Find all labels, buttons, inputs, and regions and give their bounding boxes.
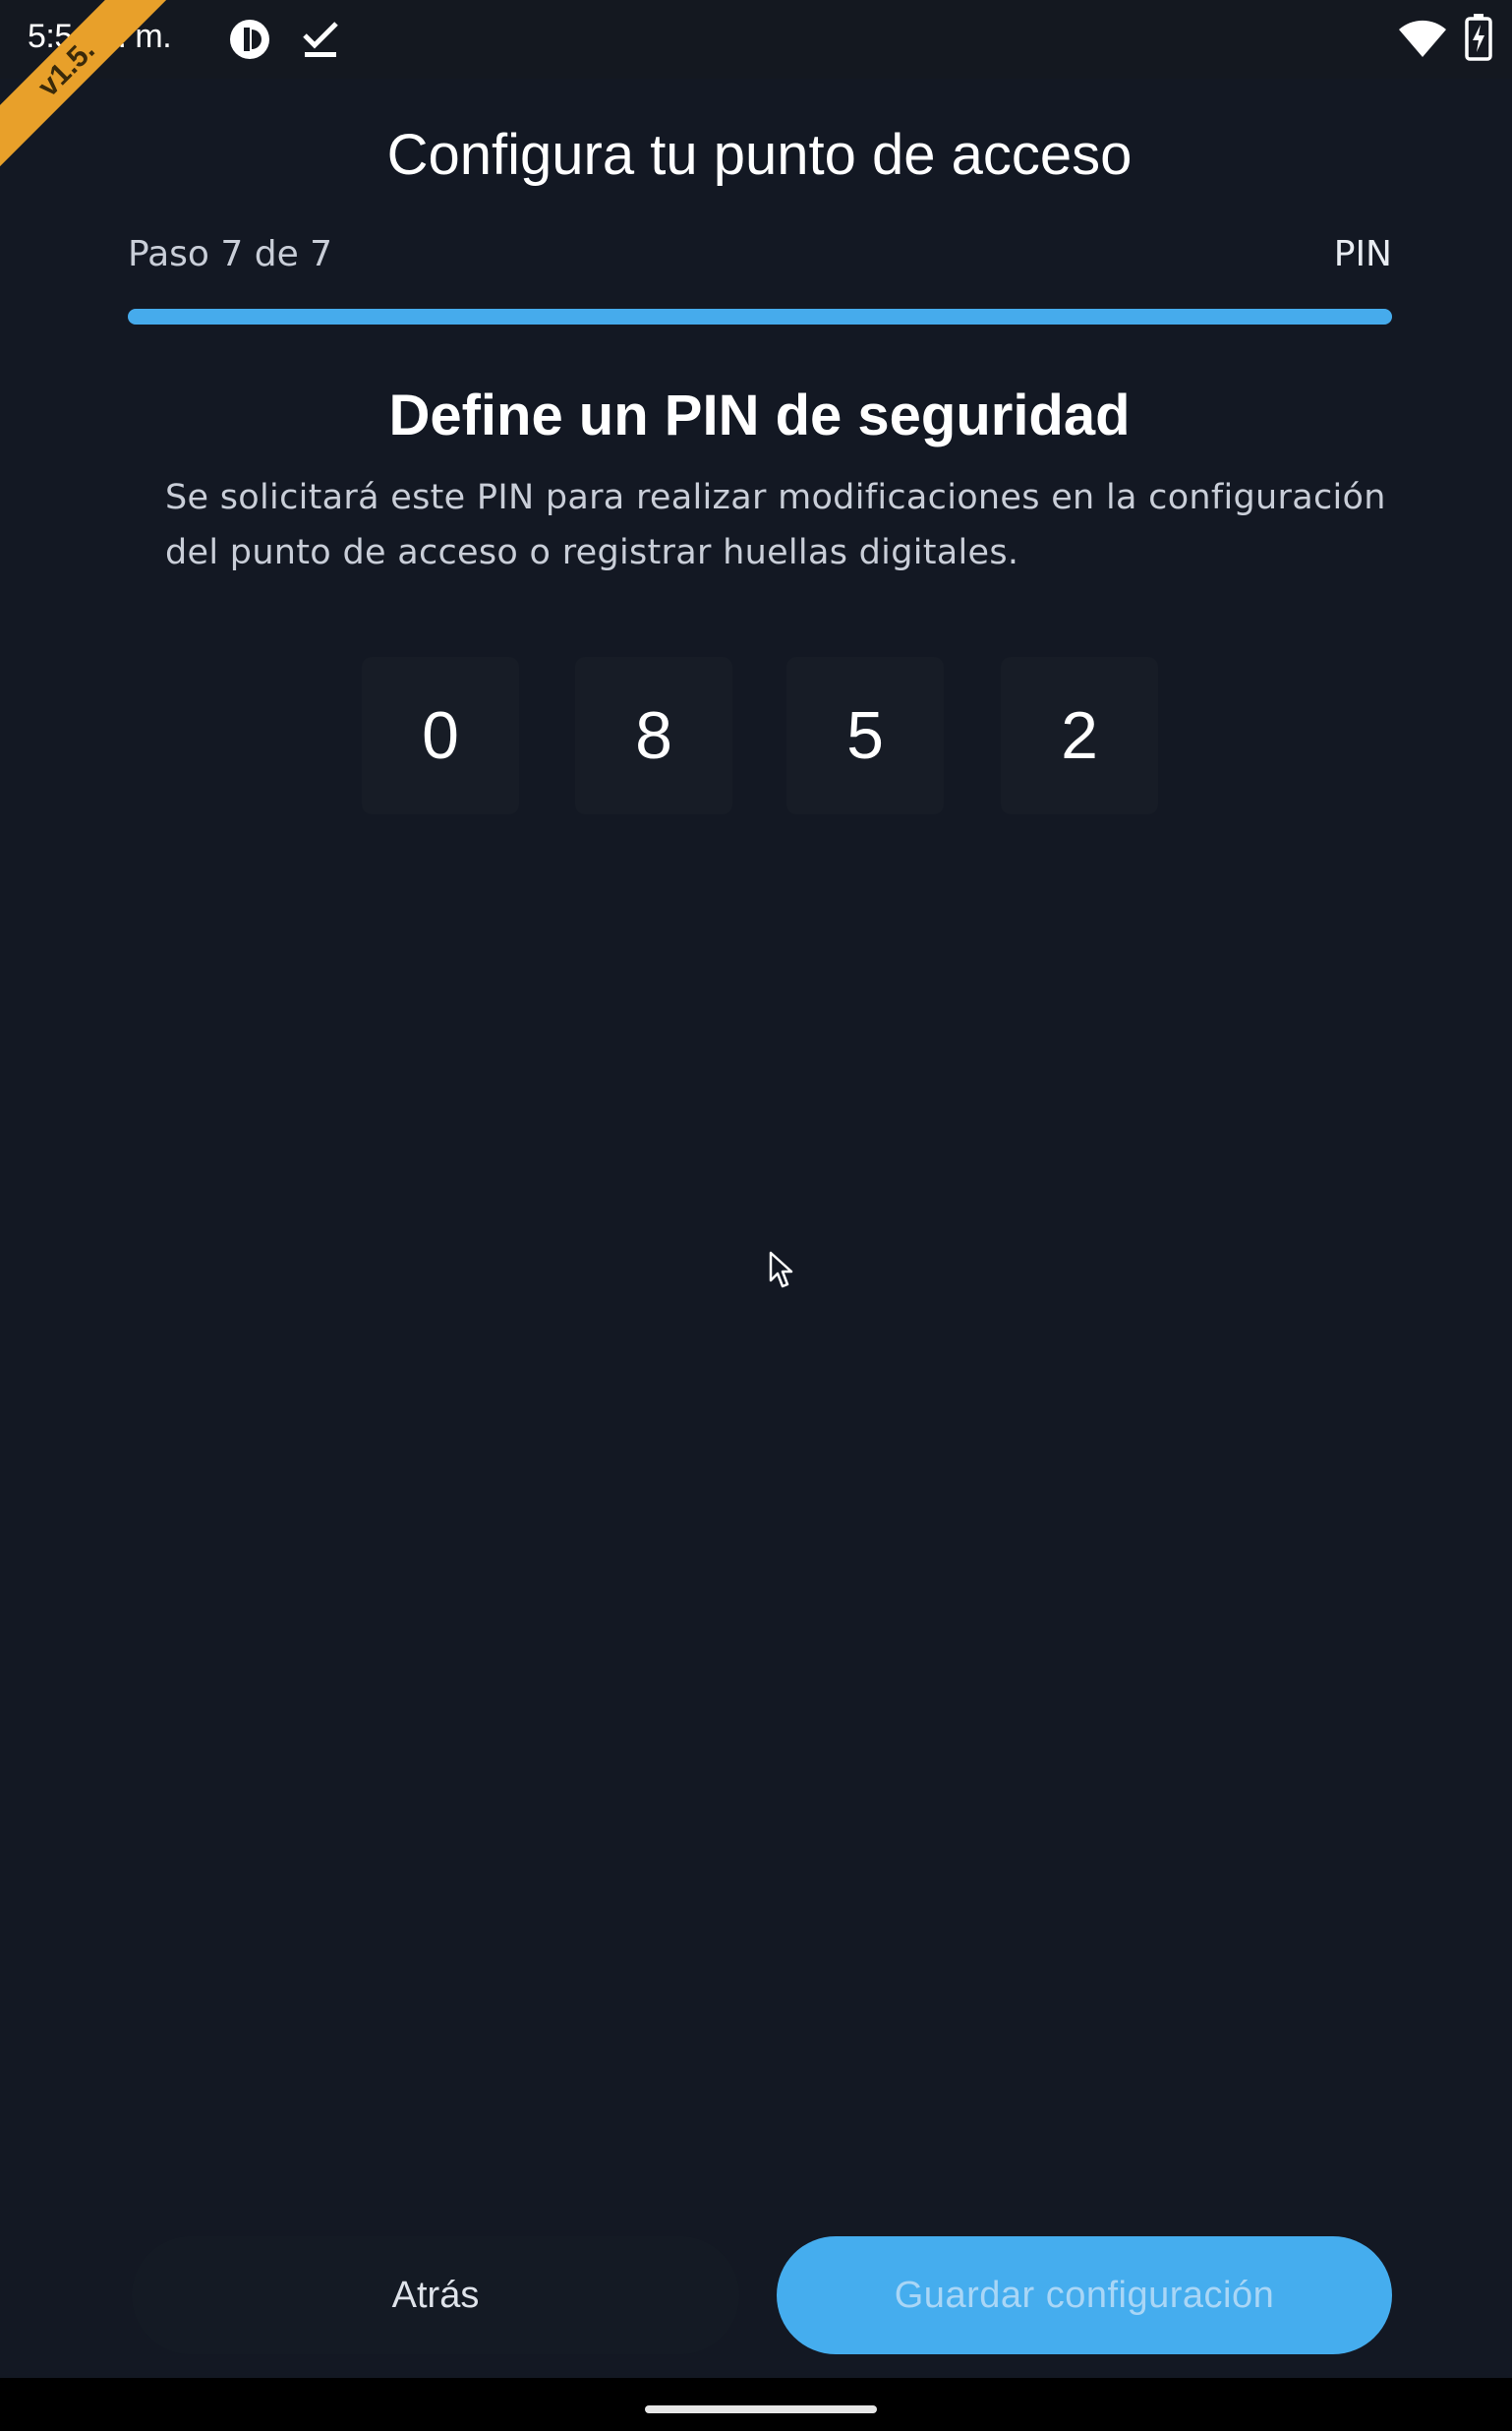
section-title: Define un PIN de seguridad <box>388 384 1131 447</box>
pin-digit-field[interactable]: 0 <box>362 657 519 814</box>
pin-digit-field[interactable]: 2 <box>1001 657 1158 814</box>
pin-digit-field[interactable]: 5 <box>786 657 944 814</box>
battery-charging-icon <box>1465 14 1492 65</box>
navigation-bar <box>0 2378 1512 2431</box>
step-label: Paso 7 de 7 <box>128 234 333 274</box>
save-configuration-button[interactable]: Guardar configuración <box>777 2236 1392 2354</box>
step-name: PIN <box>1333 234 1392 274</box>
home-gesture-handle[interactable] <box>645 2405 877 2413</box>
app-notification-icon <box>228 18 271 65</box>
progress-fill <box>128 309 1392 325</box>
pin-digit-field[interactable]: 8 <box>575 657 732 814</box>
pin-input-row: 0 8 5 2 <box>0 657 1512 814</box>
page-title: Configura tu punto de acceso <box>386 123 1133 187</box>
mouse-cursor-icon <box>769 1251 794 1294</box>
status-bar: 5:54 a. m. <box>0 0 1512 79</box>
wifi-icon <box>1398 18 1447 65</box>
back-button[interactable]: Atrás <box>132 2236 739 2354</box>
progress-bar <box>128 309 1392 325</box>
section-description: Se solicitará este PIN para realizar mod… <box>165 478 1386 572</box>
status-time: 5:54 a. m. <box>28 18 172 55</box>
checkmark-icon <box>301 20 340 63</box>
